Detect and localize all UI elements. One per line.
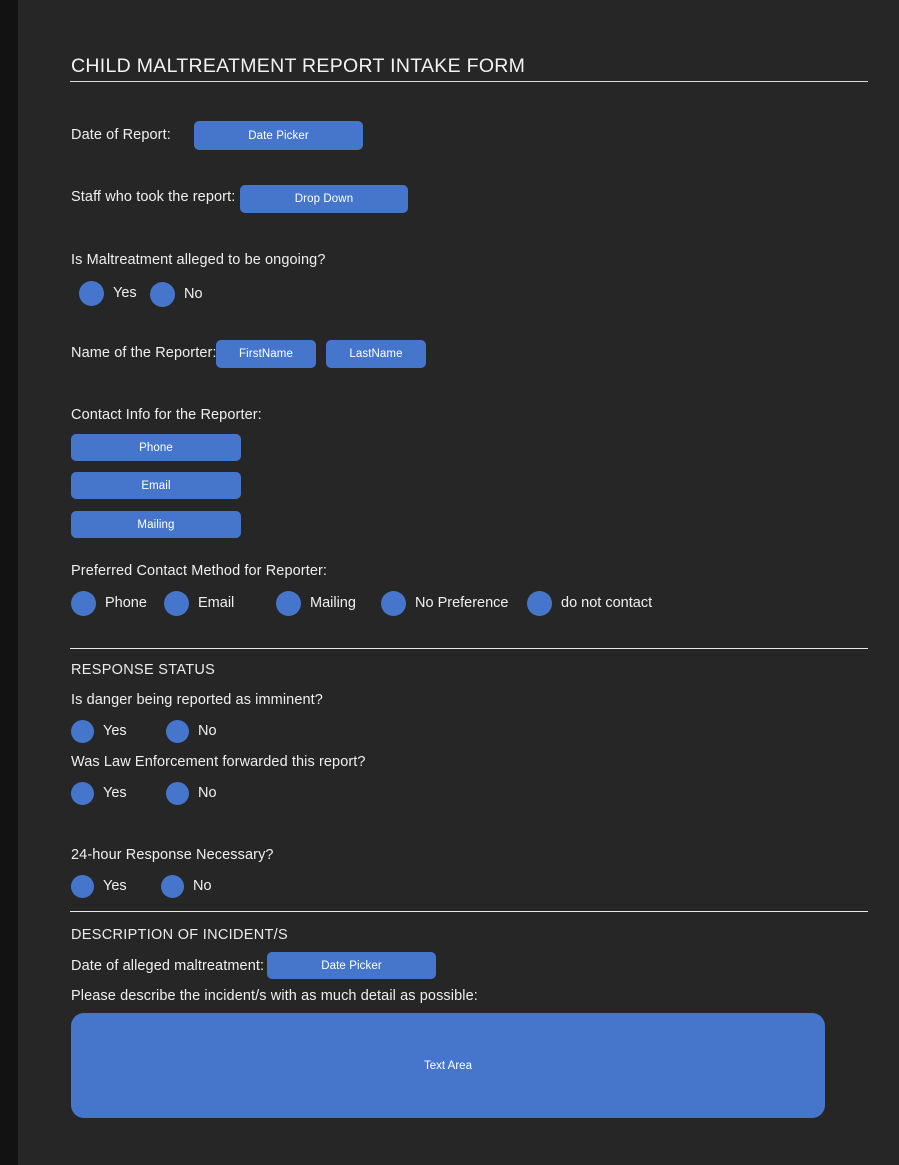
law-enforcement-option-yes-label: Yes (103, 785, 127, 802)
ongoing-option-yes[interactable]: Yes (79, 281, 137, 306)
preferred-contact-label: Preferred Contact Method for Reporter: (71, 563, 328, 579)
response-24h-option-no[interactable]: No (161, 875, 212, 898)
radio-icon[interactable] (150, 282, 175, 307)
incident-date-picker[interactable]: Date Picker (267, 952, 436, 979)
radio-icon[interactable] (276, 591, 301, 616)
radio-icon[interactable] (381, 591, 406, 616)
preferred-contact-option-no-preference-label: No Preference (415, 595, 509, 612)
radio-icon[interactable] (71, 782, 94, 805)
radio-icon[interactable] (71, 875, 94, 898)
ongoing-option-no-label: No (184, 286, 203, 303)
imminent-danger-option-yes[interactable]: Yes (71, 720, 127, 743)
preferred-contact-option-do-not-contact-label: do not contact (561, 595, 653, 612)
ongoing-option-yes-label: Yes (113, 285, 137, 302)
preferred-contact-option-phone-label: Phone (105, 595, 147, 612)
incident-description-textarea[interactable]: Text Area (71, 1013, 825, 1118)
date-of-report-label: Date of Report: (71, 127, 171, 143)
response-status-heading: RESPONSE STATUS (71, 662, 216, 678)
date-of-report-picker[interactable]: Date Picker (194, 121, 363, 150)
radio-icon[interactable] (164, 591, 189, 616)
imminent-danger-question: Is danger being reported as imminent? (71, 692, 323, 708)
staff-dropdown[interactable]: Drop Down (240, 185, 408, 213)
contact-mailing-field[interactable]: Mailing (71, 511, 241, 538)
description-divider (70, 911, 868, 912)
staff-label: Staff who took the report: (71, 189, 236, 205)
response-24h-option-yes[interactable]: Yes (71, 875, 127, 898)
title-divider (70, 81, 868, 82)
reporter-name-label: Name of the Reporter: (71, 345, 217, 361)
page-title: CHILD MALTREATMENT REPORT INTAKE FORM (71, 55, 526, 77)
preferred-contact-option-mailing[interactable]: Mailing (276, 591, 356, 616)
preferred-contact-option-do-not-contact[interactable]: do not contact (527, 591, 652, 616)
preferred-contact-option-no-preference[interactable]: No Preference (381, 591, 509, 616)
preferred-contact-option-email[interactable]: Email (164, 591, 234, 616)
preferred-contact-option-email-label: Email (198, 595, 235, 612)
imminent-danger-option-yes-label: Yes (103, 723, 127, 740)
ongoing-option-no[interactable]: No (150, 282, 203, 307)
contact-info-label: Contact Info for the Reporter: (71, 407, 262, 423)
description-heading: DESCRIPTION OF INCIDENT/S (71, 927, 288, 943)
radio-icon[interactable] (166, 782, 189, 805)
form-page: CHILD MALTREATMENT REPORT INTAKE FORM Da… (18, 0, 899, 1165)
radio-icon[interactable] (71, 720, 94, 743)
contact-phone-field[interactable]: Phone (71, 434, 241, 461)
law-enforcement-option-no[interactable]: No (166, 782, 217, 805)
response-24h-question: 24-hour Response Necessary? (71, 847, 274, 863)
contact-email-field[interactable]: Email (71, 472, 241, 499)
radio-icon[interactable] (161, 875, 184, 898)
imminent-danger-option-no[interactable]: No (166, 720, 217, 743)
radio-icon[interactable] (166, 720, 189, 743)
law-enforcement-question: Was Law Enforcement forwarded this repor… (71, 754, 366, 770)
preferred-contact-option-phone[interactable]: Phone (71, 591, 147, 616)
imminent-danger-option-no-label: No (198, 723, 217, 740)
response-24h-option-no-label: No (193, 878, 212, 895)
radio-icon[interactable] (79, 281, 104, 306)
response-24h-option-yes-label: Yes (103, 878, 127, 895)
radio-icon[interactable] (71, 591, 96, 616)
law-enforcement-option-yes[interactable]: Yes (71, 782, 127, 805)
incident-date-label: Date of alleged maltreatment: (71, 958, 265, 974)
last-name-field[interactable]: LastName (326, 340, 426, 368)
describe-incident-label: Please describe the incident/s with as m… (71, 988, 478, 1004)
ongoing-question: Is Maltreatment alleged to be ongoing? (71, 252, 326, 268)
radio-icon[interactable] (527, 591, 552, 616)
law-enforcement-option-no-label: No (198, 785, 217, 802)
first-name-field[interactable]: FirstName (216, 340, 316, 368)
preferred-contact-option-mailing-label: Mailing (310, 595, 356, 612)
response-status-divider (70, 648, 868, 649)
